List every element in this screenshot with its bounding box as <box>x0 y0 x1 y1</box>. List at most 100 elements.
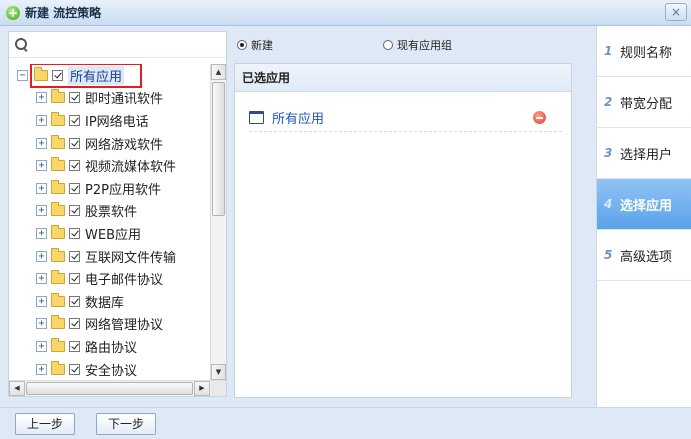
folder-icon <box>51 179 65 194</box>
expand-toggle[interactable]: + <box>36 318 47 330</box>
tree-node-label: 互联网文件传输 <box>85 250 177 266</box>
folder-icon <box>51 315 65 330</box>
scroll-thumb[interactable] <box>212 82 225 216</box>
tree-node-label: 即时通讯软件 <box>85 92 164 108</box>
tree-node-label: WEB应用 <box>85 227 141 243</box>
tree-node[interactable]: + P2P应用软件 <box>9 177 211 200</box>
tree-node[interactable]: + WEB应用 <box>9 222 211 245</box>
wizard-step[interactable]: 5 高级选项 <box>597 230 691 281</box>
radio-new[interactable]: 新建 <box>237 37 273 53</box>
expand-toggle[interactable]: + <box>36 182 47 194</box>
expand-toggle[interactable]: + <box>36 273 47 285</box>
radio-existing-label: 现有应用组 <box>397 39 452 52</box>
radio-existing-button[interactable] <box>383 40 393 50</box>
tree-checkbox[interactable] <box>52 69 63 81</box>
wizard-step[interactable]: 2 带宽分配 <box>597 77 691 128</box>
expand-toggle[interactable]: + <box>36 227 47 239</box>
expand-toggle[interactable]: + <box>36 340 47 352</box>
remove-icon[interactable] <box>533 111 546 124</box>
step-label: 选择应用 <box>620 198 673 214</box>
tree-checkbox[interactable] <box>69 227 80 239</box>
tree-node[interactable]: + 即时通讯软件 <box>9 87 211 110</box>
expand-toggle[interactable]: + <box>36 295 47 307</box>
tree-node[interactable]: + IP网络电话 <box>9 109 211 132</box>
tree-node-root[interactable]: − 所有应用 <box>9 64 211 88</box>
radio-existing-group[interactable]: 现有应用组 <box>383 37 452 53</box>
tree-node[interactable]: + 电子邮件协议 <box>9 267 211 290</box>
tree-checkbox[interactable] <box>69 92 80 104</box>
radio-new-button[interactable] <box>237 40 247 50</box>
step-label: 规则名称 <box>620 45 673 61</box>
expand-toggle[interactable]: + <box>36 205 47 217</box>
step-label: 高级选项 <box>620 249 673 265</box>
tree-node[interactable]: + 视频流媒体软件 <box>9 154 211 177</box>
tree-checkbox[interactable] <box>69 318 80 330</box>
folder-icon <box>51 111 65 126</box>
tree-checkbox[interactable] <box>69 182 80 194</box>
wizard-step[interactable]: 4 选择应用 <box>597 179 691 230</box>
tree-node[interactable]: + 安全协议 <box>9 358 211 380</box>
search-icon <box>15 37 29 52</box>
tree-node-label: 网络游戏软件 <box>85 137 164 153</box>
tree-checkbox[interactable] <box>69 137 80 149</box>
folder-icon <box>51 89 65 104</box>
tree-node-label: P2P应用软件 <box>85 182 161 198</box>
footer-bar: 上一步 下一步 <box>0 407 691 439</box>
scroll-down-arrow[interactable]: ▼ <box>211 364 226 380</box>
expand-toggle[interactable]: + <box>36 250 47 262</box>
selected-app-item: 所有应用 <box>249 104 562 132</box>
folder-icon <box>51 292 65 307</box>
wizard-step[interactable]: 3 选择用户 <box>597 128 691 179</box>
wizard-step[interactable]: 1 规则名称 <box>597 26 691 77</box>
root-node-highlight: 所有应用 <box>30 64 143 88</box>
tree-node[interactable]: + 网络管理协议 <box>9 313 211 336</box>
folder-icon <box>51 134 65 149</box>
tree-checkbox[interactable] <box>69 340 80 352</box>
window-icon <box>249 111 264 124</box>
tree-checkbox[interactable] <box>69 363 80 375</box>
scroll-up-arrow[interactable]: ▲ <box>211 64 226 80</box>
tree-node[interactable]: + 数据库 <box>9 290 211 313</box>
tree-node[interactable]: + 股票软件 <box>9 200 211 223</box>
selected-apps-header: 已选应用 <box>235 64 571 92</box>
search-input[interactable] <box>33 33 213 56</box>
scroll-left-arrow[interactable]: ◀ <box>9 381 25 396</box>
expand-toggle[interactable]: + <box>36 92 47 104</box>
tree-checkbox[interactable] <box>69 205 80 217</box>
scroll-thumb-horizontal[interactable] <box>26 382 193 395</box>
close-button[interactable]: × <box>665 3 687 21</box>
tree-checkbox[interactable] <box>69 295 80 307</box>
collapse-toggle[interactable]: − <box>17 69 28 81</box>
expand-toggle[interactable]: + <box>36 363 47 375</box>
prev-step-button[interactable]: 上一步 <box>15 413 75 435</box>
folder-icon <box>51 337 65 352</box>
step-number: 4 <box>604 197 613 211</box>
add-icon: + <box>6 5 20 20</box>
folder-icon <box>51 224 65 239</box>
next-step-button[interactable]: 下一步 <box>96 413 156 435</box>
tree-node-label: 安全协议 <box>85 363 138 379</box>
tree-checkbox[interactable] <box>69 160 80 172</box>
tree-node[interactable]: + 网络游戏软件 <box>9 132 211 155</box>
tree-vertical-scrollbar[interactable]: ▲ ▼ <box>210 64 226 380</box>
tree-checkbox[interactable] <box>69 250 80 262</box>
tree-node-label: IP网络电话 <box>85 114 149 130</box>
scroll-right-arrow[interactable]: ▶ <box>194 381 210 396</box>
expand-toggle[interactable]: + <box>36 160 47 172</box>
folder-icon <box>51 247 65 262</box>
close-icon: × <box>670 5 682 19</box>
folder-icon <box>51 202 65 217</box>
expand-toggle[interactable]: + <box>36 114 47 126</box>
window-title: 新建 流控策略 <box>25 6 102 20</box>
tree-horizontal-scrollbar[interactable]: ◀ ▶ <box>9 380 226 396</box>
tree-node-label: 数据库 <box>85 295 125 311</box>
tree-checkbox[interactable] <box>69 273 80 285</box>
tree-node-label: 所有应用 <box>68 65 125 85</box>
tree-node[interactable]: + 路由协议 <box>9 335 211 358</box>
selected-apps-panel: 已选应用 所有应用 <box>234 63 572 398</box>
tree-node[interactable]: + 互联网文件传输 <box>9 245 211 268</box>
step-number: 2 <box>604 95 613 109</box>
tree-checkbox[interactable] <box>69 114 80 126</box>
expand-toggle[interactable]: + <box>36 137 47 149</box>
folder-icon <box>51 360 65 375</box>
